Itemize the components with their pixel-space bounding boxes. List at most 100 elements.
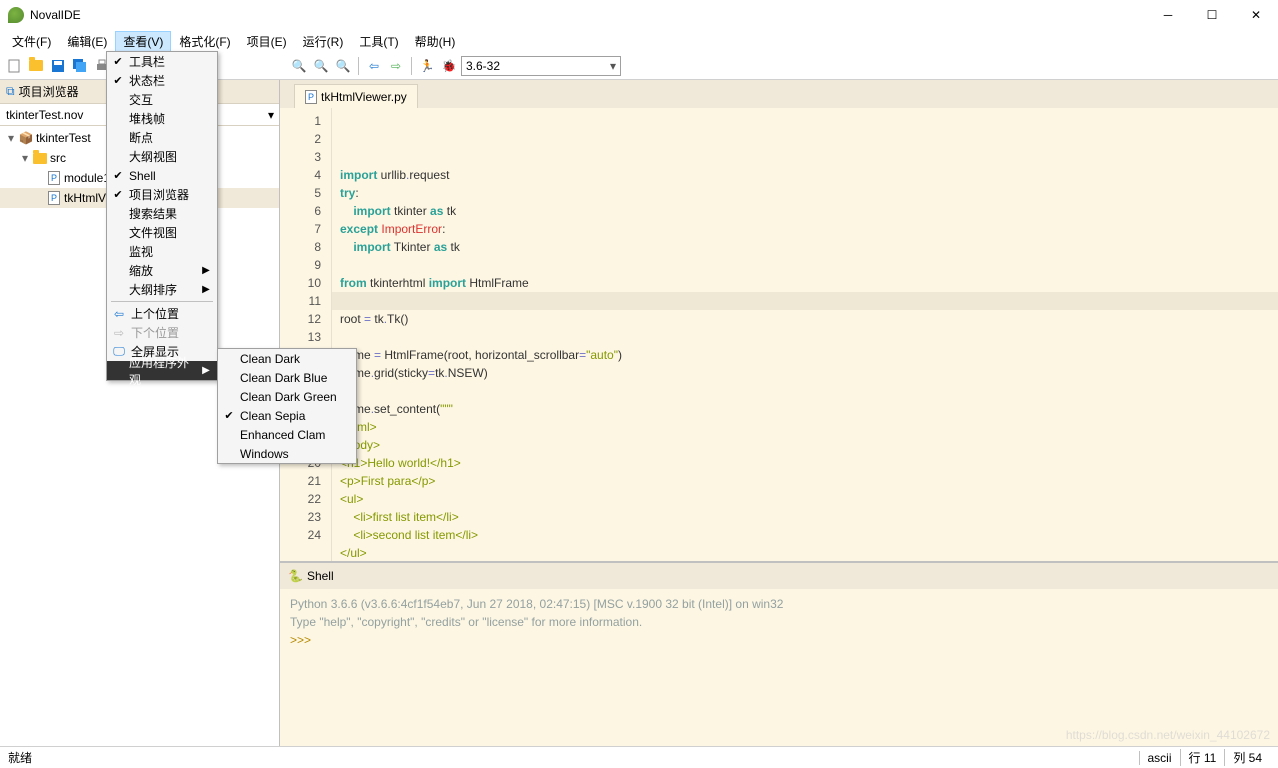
menu-file[interactable]: 文件(F) [4,31,59,52]
window-title: NovalIDE [30,8,1154,22]
submenu-arrow-icon: ▶ [201,265,211,276]
folder-icon [32,150,48,166]
submenu-arrow-icon: ▶ [201,284,211,295]
theme-label: Clean Sepia [240,409,305,423]
titlebar: NovalIDE ─ ☐ ✕ [0,0,1278,30]
close-button[interactable]: ✕ [1242,5,1270,25]
theme-clean-dark-green[interactable]: Clean Dark Green [218,387,356,406]
menu-item-projbrowser[interactable]: ✔项目浏览器 [107,185,217,204]
watermark: https://blog.csdn.net/weixin_44102672 [1066,728,1270,742]
python-version-select[interactable]: 3.6-32 [461,56,621,76]
menu-item-zoom[interactable]: 缩放▶ [107,261,217,280]
monitor-icon: 🖵 [111,344,127,359]
tree-label: src [50,151,66,165]
menu-run[interactable]: 运行(R) [295,31,352,52]
save-icon[interactable] [48,56,68,76]
menubar: 文件(F) 编辑(E) 查看(V) 格式化(F) 项目(E) 运行(R) 工具(… [0,30,1278,52]
menu-edit[interactable]: 编辑(E) [59,31,115,52]
menu-item-shell[interactable]: ✔Shell [107,166,217,185]
code-editor[interactable]: 12345678910111213 2021222324 import urll… [280,108,1278,561]
dropdown-icon: ▾ [263,108,279,122]
status-ready: 就绪 [8,749,1139,766]
project-browser-icon: ⧉ [6,84,15,99]
line-gutter: 12345678910111213 2021222324 [280,108,332,561]
minimize-button[interactable]: ─ [1154,5,1182,25]
maximize-button[interactable]: ☐ [1198,5,1226,25]
editor-area: P tkHtmlViewer.py 12345678910111213 2021… [280,80,1278,746]
theme-clean-sepia[interactable]: ✔Clean Sepia [218,406,356,425]
expand-icon[interactable]: ▾ [4,131,18,145]
shell-line: Python 3.6.6 (v3.6.6:4cf1f54eb7, Jun 27 … [290,597,783,611]
menu-item-breakpoints[interactable]: 断点 [107,128,217,147]
sidebar-title: 项目浏览器 [19,83,79,100]
menu-item-statusbar[interactable]: ✔状态栏 [107,71,217,90]
theme-clean-dark[interactable]: Clean Dark [218,349,356,368]
theme-label: Clean Dark Blue [240,371,327,385]
theme-enhanced-clam[interactable]: Enhanced Clam [218,425,356,444]
python-icon: 🐍 [288,569,303,583]
theme-clean-dark-blue[interactable]: Clean Dark Blue [218,368,356,387]
shell-tab[interactable]: 🐍 Shell [280,563,1278,589]
menu-item-toolbar[interactable]: ✔工具栏 [107,52,217,71]
statusbar: 就绪 ascii 行 11 列 54 [0,746,1278,768]
theme-label: Clean Dark Green [240,390,337,404]
forward-arrow-icon: ⇨ [111,326,127,340]
back-icon[interactable]: ⇦ [364,56,384,76]
package-icon: 📦 [18,130,34,146]
save-all-icon[interactable] [70,56,90,76]
status-line: 行 11 [1180,749,1225,766]
debug-icon[interactable]: 🐞 [439,56,459,76]
python-file-icon: P [46,170,62,186]
menu-format[interactable]: 格式化(F) [171,31,238,52]
menu-item-outlinesort[interactable]: 大纲排序▶ [107,280,217,299]
theme-label: Enhanced Clam [240,428,325,442]
menu-item-prevloc[interactable]: ⇦上个位置 [107,304,217,323]
shell-tab-label: Shell [307,569,334,583]
tree-label: tkinterTest [36,131,91,145]
back-arrow-icon: ⇦ [111,307,127,321]
menu-item-searchresults[interactable]: 搜索结果 [107,204,217,223]
tab-label: tkHtmlViewer.py [321,90,407,104]
theme-label: Clean Dark [240,352,300,366]
view-menu-dropdown: ✔工具栏 ✔状态栏 交互 堆栈帧 断点 大纲视图 ✔Shell ✔项目浏览器 搜… [106,51,218,381]
shell-line: Type "help", "copyright", "credits" or "… [290,615,642,629]
find-icon[interactable]: 🔍 [289,56,309,76]
menu-item-interact[interactable]: 交互 [107,90,217,109]
appearance-submenu: Clean Dark Clean Dark Blue Clean Dark Gr… [217,348,357,464]
status-column: 列 54 [1224,749,1270,766]
zoom-icon[interactable]: 🔍 [311,56,331,76]
source-text[interactable]: import urllib.request try: import tkinte… [332,108,1278,561]
window-buttons: ─ ☐ ✕ [1154,5,1270,25]
toolbar-separator [358,57,359,75]
menu-view[interactable]: 查看(V) [115,31,171,52]
shell-panel: 🐍 Shell Python 3.6.6 (v3.6.6:4cf1f54eb7,… [280,561,1278,746]
menu-item-fileview[interactable]: 文件视图 [107,223,217,242]
file-tab[interactable]: P tkHtmlViewer.py [294,84,418,108]
toolbar-separator [411,57,412,75]
theme-label: Windows [240,447,289,461]
run-icon[interactable]: 🏃 [417,56,437,76]
menu-project[interactable]: 项目(E) [239,31,295,52]
status-encoding: ascii [1139,751,1180,765]
tab-strip: P tkHtmlViewer.py [280,80,1278,108]
forward-icon[interactable]: ⇨ [386,56,406,76]
zoom2-icon[interactable]: 🔍 [333,56,353,76]
app-logo-icon [8,7,24,23]
tree-label: module1 [64,171,110,185]
menu-tools[interactable]: 工具(T) [351,31,406,52]
shell-prompt: >>> [290,633,311,647]
menu-item-outline[interactable]: 大纲视图 [107,147,217,166]
expand-icon[interactable]: ▾ [18,151,32,165]
new-file-icon[interactable] [4,56,24,76]
tree-label: tkHtmlV [64,191,106,205]
menu-help[interactable]: 帮助(H) [407,31,464,52]
menu-item-nextloc[interactable]: ⇨下个位置 [107,323,217,342]
menu-item-appearance[interactable]: 应用程序外观▶ [107,361,217,380]
python-file-icon: P [46,190,62,206]
menu-item-watch[interactable]: 监视 [107,242,217,261]
shell-output[interactable]: Python 3.6.6 (v3.6.6:4cf1f54eb7, Jun 27 … [280,589,1278,746]
open-icon[interactable] [26,56,46,76]
theme-windows[interactable]: Windows [218,444,356,463]
menu-item-stackframe[interactable]: 堆栈帧 [107,109,217,128]
python-version-label: 3.6-32 [466,59,500,73]
